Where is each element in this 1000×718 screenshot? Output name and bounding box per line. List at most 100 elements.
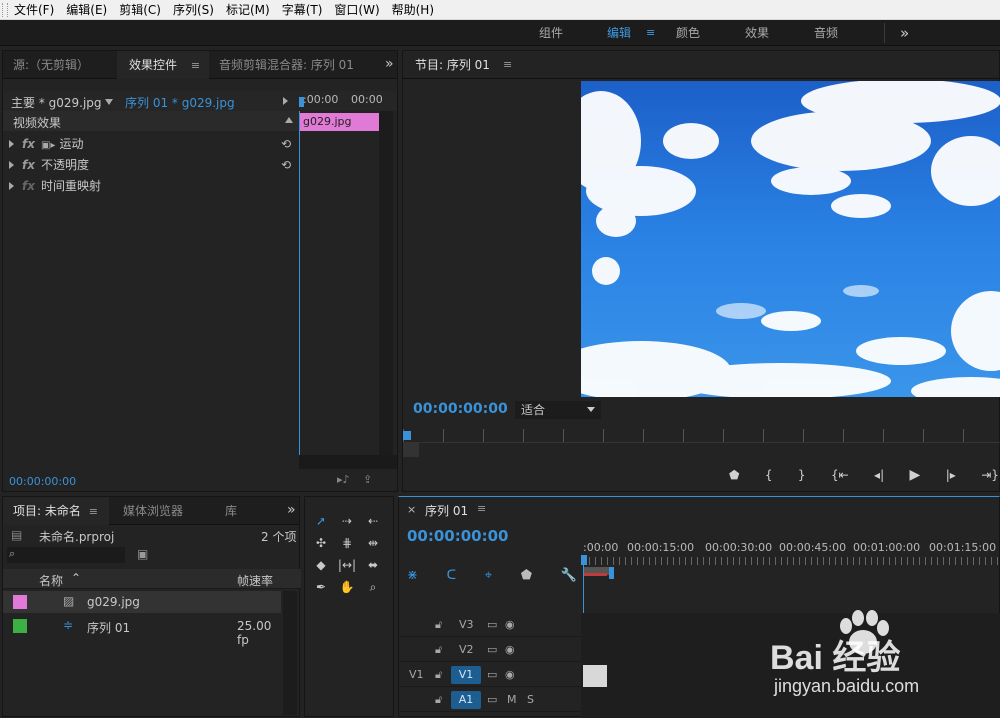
tab-effect-controls[interactable]: 效果控件 ≡ [117, 51, 209, 79]
timeline-tab-label[interactable]: 序列 01 [425, 502, 468, 519]
menu-help[interactable]: 帮助(H) [386, 0, 440, 20]
rate-stretch-tool-icon[interactable]: ⇹ [363, 533, 383, 553]
eye-icon[interactable]: ◉ [505, 638, 515, 662]
master-clip-label[interactable]: 主要 * g029.jpg [11, 94, 102, 111]
linked-selection-icon[interactable]: ᑕ [447, 568, 457, 583]
ripple-edit-tool-icon[interactable]: ✣ [311, 533, 331, 553]
lock-icon[interactable]: 🔓︎ [435, 663, 442, 687]
workspace-menu-icon[interactable]: ≡ [646, 20, 655, 46]
hand-tool-icon[interactable]: ✋ [337, 577, 357, 597]
slide-tool-icon[interactable]: ⬌ [363, 555, 383, 575]
eye-icon[interactable]: ◉ [505, 663, 515, 687]
work-area-end-icon[interactable] [609, 567, 614, 579]
track-v3[interactable]: 🔓︎ V3 ▭ ◉ [399, 613, 581, 637]
col-framerate[interactable]: 帧速率 [237, 572, 273, 589]
program-playhead-icon[interactable] [403, 431, 411, 440]
menu-window[interactable]: 窗口(W) [328, 0, 385, 20]
go-to-in-icon[interactable]: {⇤ [831, 468, 849, 482]
go-to-out-icon[interactable]: ⇥} [981, 468, 999, 482]
source-patch[interactable]: V1 [409, 663, 424, 687]
expand-arrow-icon[interactable] [9, 182, 14, 190]
eye-icon[interactable]: ◉ [505, 613, 515, 637]
step-forward-icon[interactable]: |▸ [946, 468, 956, 482]
tab-library[interactable]: 库 [225, 497, 237, 525]
fit-dropdown[interactable]: 适合 [515, 401, 601, 419]
expand-arrow-icon[interactable] [9, 161, 14, 169]
label-color-swatch[interactable] [13, 595, 27, 609]
film-icon[interactable]: ▭ [487, 688, 497, 712]
timeline-timecode[interactable]: 00:00:00:00 [407, 527, 509, 545]
playhead-icon[interactable] [299, 97, 304, 107]
sequence-clip-label[interactable]: 序列 01 * g029.jpg [125, 94, 235, 111]
menu-sequence[interactable]: 序列(S) [167, 0, 220, 20]
program-zoom-handle[interactable] [403, 443, 419, 457]
reset-icon[interactable]: ⟲ [281, 155, 291, 175]
pen-tool-icon[interactable]: ✒ [311, 577, 331, 597]
new-bin-icon[interactable]: ▣ [137, 547, 148, 561]
snap-icon[interactable]: ⋇ [407, 568, 418, 583]
lock-icon[interactable]: 🔓︎ [435, 613, 442, 637]
tab-project[interactable]: 项目: 未命名 ≡ [3, 497, 109, 525]
marker-icon[interactable]: ⬟ [521, 568, 532, 583]
workspace-audio[interactable]: 音频 [814, 20, 838, 46]
tab-media-browser[interactable]: 媒体浏览器 [123, 497, 183, 525]
program-timecode[interactable]: 00:00:00:00 [413, 401, 508, 417]
label-color-swatch[interactable] [13, 619, 27, 633]
panel-more-icon[interactable]: » [287, 497, 296, 525]
project-search-input[interactable]: ⌕ [7, 547, 125, 563]
program-title[interactable]: 节目: 序列 01 [415, 51, 490, 79]
selection-tool-icon[interactable]: ➚ [311, 511, 331, 531]
panel-menu-icon[interactable]: ≡ [89, 498, 98, 526]
menu-file[interactable]: 文件(F) [8, 0, 60, 20]
export-audio-icon[interactable]: ▸♪ [337, 473, 350, 486]
add-marker-icon[interactable]: ⬟ [729, 468, 739, 482]
mini-scrollbar[interactable] [379, 111, 393, 455]
slip-tool-icon[interactable]: |↔| [337, 555, 357, 575]
timeline-playhead-icon[interactable] [581, 555, 587, 565]
workspace-more-icon[interactable]: » [900, 20, 909, 46]
collapse-icon[interactable] [285, 117, 293, 123]
menu-edit[interactable]: 编辑(E) [60, 0, 113, 20]
tab-audio-clip-mixer[interactable]: 音频剪辑混合器: 序列 01 [219, 51, 354, 79]
reset-icon[interactable]: ⟲ [281, 134, 291, 154]
track-target-a1[interactable]: A1 [451, 691, 481, 709]
track-select-back-tool-icon[interactable]: ⇠ [363, 511, 383, 531]
track-v2[interactable]: 🔓︎ V2 ▭ ◉ [399, 638, 581, 662]
tab-source[interactable]: 源:（无剪辑） [13, 51, 89, 79]
zoom-tool-icon[interactable]: ⌕ [363, 577, 383, 597]
project-scrollbar[interactable] [283, 591, 297, 715]
program-menu-icon[interactable]: ≡ [503, 51, 512, 79]
effect-timecode[interactable]: 00:00:00:00 [9, 475, 76, 488]
effect-row-time-remap[interactable]: fx 时间重映射 [9, 176, 297, 196]
col-name[interactable]: 名称 [39, 572, 63, 589]
film-icon[interactable]: ▭ [487, 613, 497, 637]
track-select-tool-icon[interactable]: ⇢ [337, 511, 357, 531]
solo-button[interactable]: S [527, 688, 534, 712]
panel-menu-icon[interactable]: ≡ [477, 502, 486, 515]
mark-in-icon[interactable]: { [765, 468, 773, 482]
effect-row-motion[interactable]: fx ▣▸ 运动 ⟲ [9, 134, 297, 154]
mini-clip[interactable]: g029.jpg [299, 113, 379, 131]
workspace-assembly[interactable]: 组件 [539, 20, 563, 46]
menu-title[interactable]: 字幕(T) [276, 0, 329, 20]
play-icon[interactable]: ▶ [910, 467, 921, 483]
film-icon[interactable]: ▭ [487, 638, 497, 662]
workspace-effects[interactable]: 效果 [745, 20, 769, 46]
workspace-editing[interactable]: 编辑 [607, 20, 631, 46]
timeline-ruler[interactable]: :00:00 00:00:15:00 00:00:30:00 00:00:45:… [581, 537, 1000, 579]
rolling-edit-tool-icon[interactable]: ⋕ [337, 533, 357, 553]
track-v1[interactable]: V1 🔓︎ V1 ▭ ◉ [399, 663, 581, 687]
sort-arrow-icon[interactable]: ⌃ [71, 571, 81, 585]
track-a1[interactable]: 🔓︎ A1 ▭ M S [399, 688, 581, 712]
panel-more-icon[interactable]: » [385, 51, 394, 79]
menu-clip[interactable]: 剪辑(C) [113, 0, 167, 20]
expand-arrow-icon[interactable] [9, 140, 14, 148]
track-target-v1[interactable]: V1 [451, 666, 481, 684]
effect-row-opacity[interactable]: fx 不透明度 ⟲ [9, 155, 297, 175]
export-icon[interactable]: ⇪ [363, 473, 372, 486]
add-marker-icon[interactable]: ⌖ [485, 568, 492, 583]
wrench-icon[interactable]: 🔧 [561, 568, 577, 583]
mini-ruler[interactable]: :00:00 00:00 [299, 91, 397, 111]
lock-icon[interactable]: 🔓︎ [435, 688, 442, 712]
mute-button[interactable]: M [507, 688, 517, 712]
